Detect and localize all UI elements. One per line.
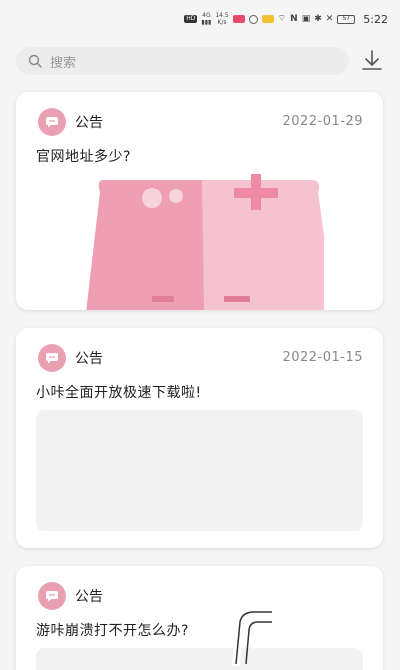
mute-icon: ✕ <box>325 13 334 24</box>
notice-image-placeholder <box>36 648 363 670</box>
battery-level: 57 <box>342 15 351 22</box>
hd-icon: HD <box>184 15 198 23</box>
notice-label: 公告 <box>75 589 103 605</box>
notice-card[interactable]: 公告 游咔崩溃打不开怎么办? <box>16 566 383 670</box>
network-speed-unit: K/s <box>217 19 227 26</box>
message-icon <box>38 582 66 610</box>
notice-card[interactable]: 公告 2022-01-29 官网地址多少? <box>16 92 383 310</box>
signal-bars-icon: ▮▮▮ <box>201 19 212 26</box>
notice-header: 公告 <box>38 344 103 372</box>
wifi-icon: ⌔ <box>277 13 287 24</box>
watermark-logo <box>232 608 276 668</box>
notice-header: 公告 <box>38 582 103 610</box>
app-notification-icon <box>232 15 245 23</box>
notice-label: 公告 <box>75 115 103 131</box>
clock: 5:22 <box>363 12 388 26</box>
search-icon <box>28 54 42 68</box>
app-notification-icon-2 <box>261 15 274 23</box>
bluetooth-icon: ✱ <box>314 13 322 24</box>
network-speed: 14.5 K/s <box>215 12 228 26</box>
circle-notification-icon <box>248 14 258 24</box>
notice-image-placeholder <box>36 410 363 531</box>
notice-title: 小咔全面开放极速下载啦! <box>36 385 202 401</box>
vibrate-icon: ▣ <box>301 13 311 24</box>
nfc-icon: N <box>290 13 298 24</box>
message-icon <box>38 344 66 372</box>
notice-label: 公告 <box>75 351 103 367</box>
status-icons: HD 4G ▮▮▮ 14.5 K/s ⌔ N ▣ ✱ ✕ 57 <box>184 12 356 26</box>
search-placeholder: 搜索 <box>50 55 77 71</box>
notice-title: 游咔崩溃打不开怎么办? <box>36 623 189 639</box>
notice-header: 公告 <box>38 108 103 136</box>
signal-label: 4G <box>202 12 211 19</box>
message-icon <box>38 108 66 136</box>
status-bar: HD 4G ▮▮▮ 14.5 K/s ⌔ N ▣ ✱ ✕ 57 5:22 <box>0 0 400 38</box>
search-input[interactable]: 搜索 <box>16 47 349 75</box>
battery-icon: 57 <box>337 14 356 24</box>
notice-card[interactable]: 公告 2022-01-15 小咔全面开放极速下载啦! <box>16 328 383 548</box>
app-screen: HD 4G ▮▮▮ 14.5 K/s ⌔ N ▣ ✱ ✕ 57 5:22 搜索 … <box>0 0 400 670</box>
signal-indicator: 4G ▮▮▮ <box>201 12 211 26</box>
notice-date: 2022-01-29 <box>282 114 363 129</box>
notice-title: 官网地址多少? <box>36 149 131 165</box>
download-icon[interactable] <box>359 48 385 74</box>
network-speed-value: 14.5 <box>215 12 229 19</box>
notice-date: 2022-01-15 <box>282 350 363 365</box>
gamepad-icon <box>84 170 334 310</box>
